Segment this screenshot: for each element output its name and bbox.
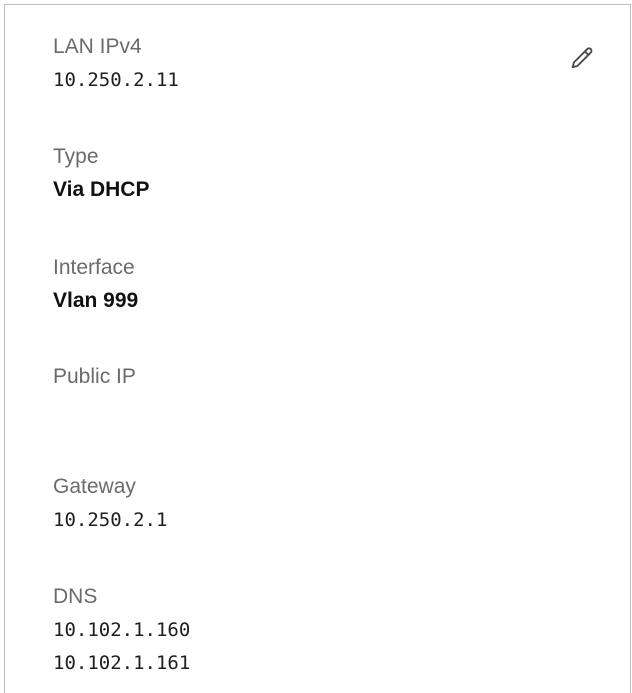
pencil-icon bbox=[568, 45, 596, 78]
type-label: Type bbox=[53, 145, 99, 168]
dns-value-secondary: 10.102.1.161 bbox=[53, 652, 191, 674]
lan-ipv4-value: 10.250.2.11 bbox=[53, 69, 179, 91]
interface-label: Interface bbox=[53, 256, 135, 279]
lan-ipv4-field: LAN IPv4 10.250.2.11 bbox=[53, 35, 179, 92]
public-ip-label: Public IP bbox=[53, 365, 136, 388]
dns-value-primary: 10.102.1.160 bbox=[53, 619, 191, 641]
gateway-label: Gateway bbox=[53, 475, 136, 498]
dns-label: DNS bbox=[53, 585, 98, 608]
type-value: Via DHCP bbox=[53, 178, 150, 201]
network-details-panel: LAN IPv4 10.250.2.11 Type Via DHCP Inter… bbox=[4, 4, 631, 693]
interface-value: Vlan 999 bbox=[53, 289, 139, 312]
gateway-field: Gateway 10.250.2.1 bbox=[53, 475, 167, 532]
lan-ipv4-label: LAN IPv4 bbox=[53, 35, 142, 58]
type-field: Type Via DHCP bbox=[53, 145, 149, 202]
public-ip-field: Public IP bbox=[53, 365, 136, 389]
edit-button[interactable] bbox=[566, 45, 598, 77]
gateway-value: 10.250.2.1 bbox=[53, 509, 168, 531]
interface-field: Interface Vlan 999 bbox=[53, 256, 138, 313]
dns-field: DNS 10.102.1.160 10.102.1.161 bbox=[53, 585, 190, 675]
public-ip-value bbox=[53, 407, 59, 427]
